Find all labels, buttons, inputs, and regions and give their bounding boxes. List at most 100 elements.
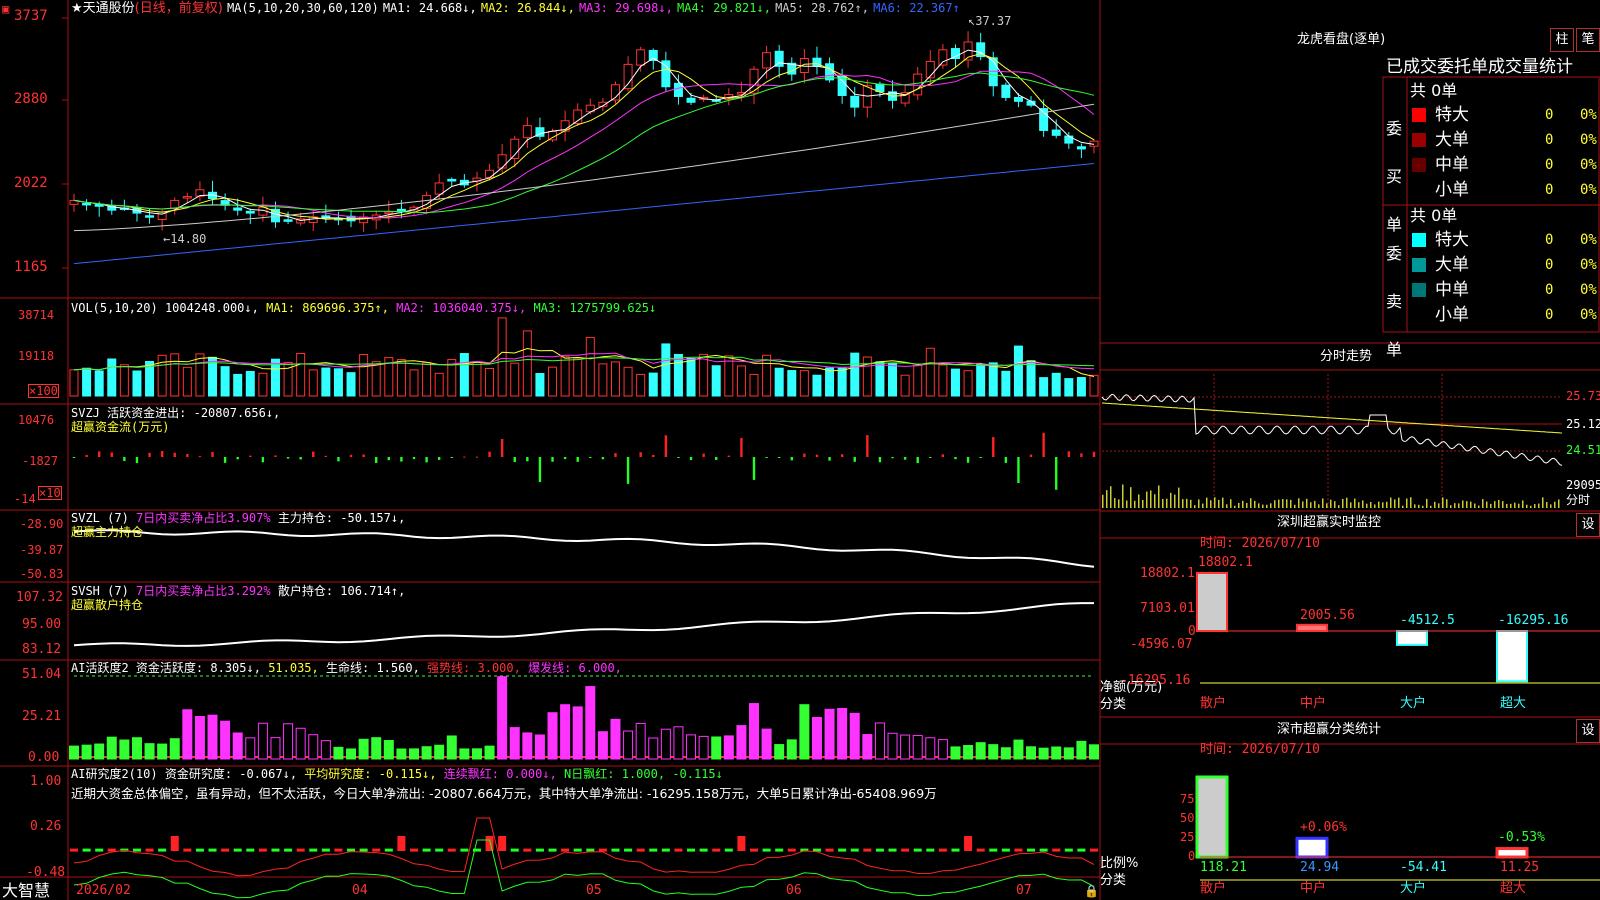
activity-bar[interactable] — [220, 720, 231, 760]
money-flow-bar[interactable] — [652, 454, 655, 457]
volume-bar[interactable] — [296, 352, 306, 397]
money-flow-bar[interactable] — [840, 454, 844, 457]
volume-bar[interactable] — [888, 363, 898, 397]
volume-bar[interactable] — [862, 356, 872, 397]
activity-bar[interactable] — [194, 716, 205, 760]
candle[interactable] — [636, 49, 646, 66]
candle[interactable] — [938, 49, 948, 66]
research-bar[interactable] — [561, 848, 570, 852]
volume-bar[interactable] — [182, 366, 192, 397]
money-flow-bar[interactable] — [513, 457, 516, 463]
activity-bar[interactable] — [81, 744, 92, 760]
volume-bar[interactable] — [636, 373, 646, 397]
volume-bar[interactable] — [560, 356, 570, 397]
money-flow-bar[interactable] — [412, 457, 416, 460]
research-bar[interactable] — [875, 848, 884, 852]
volume-bar[interactable] — [812, 374, 822, 397]
research-bar[interactable] — [1027, 848, 1036, 852]
activity-bar[interactable] — [421, 746, 432, 760]
research-bar[interactable] — [724, 848, 733, 852]
research-bar[interactable] — [573, 848, 582, 852]
activity-bar[interactable] — [358, 738, 369, 760]
money-flow-bar[interactable] — [236, 457, 239, 460]
volume-bar[interactable] — [598, 363, 608, 397]
research-bar[interactable] — [321, 848, 330, 852]
class-bar[interactable] — [1195, 775, 1229, 859]
activity-bar[interactable] — [686, 734, 697, 760]
research-bar[interactable] — [523, 848, 532, 852]
money-flow-bar[interactable] — [689, 457, 693, 461]
money-flow-bar[interactable] — [715, 457, 718, 460]
candle[interactable] — [522, 125, 532, 139]
activity-bar[interactable] — [849, 712, 860, 760]
money-flow-bar[interactable] — [1017, 457, 1020, 484]
money-flow-bar[interactable] — [765, 457, 768, 458]
activity-bar[interactable] — [660, 728, 671, 760]
volume-bar[interactable] — [409, 369, 419, 397]
volume-bar[interactable] — [132, 370, 142, 397]
tick-mode-button[interactable]: 笔 — [1576, 28, 1600, 52]
volume-bar[interactable] — [648, 372, 658, 397]
money-flow-bar[interactable] — [1004, 457, 1008, 463]
volume-bar[interactable] — [346, 372, 356, 397]
activity-bar[interactable] — [774, 744, 785, 760]
candle[interactable] — [661, 60, 671, 88]
activity-bar[interactable] — [799, 704, 810, 760]
money-flow-bar[interactable] — [790, 457, 793, 461]
activity-bar[interactable] — [988, 744, 999, 760]
research-bar[interactable] — [384, 848, 393, 852]
money-flow-bar[interactable] — [1067, 451, 1071, 457]
money-flow-bar[interactable] — [387, 457, 391, 461]
volume-bar[interactable] — [422, 361, 432, 397]
activity-bar[interactable] — [560, 704, 571, 760]
research-bar[interactable] — [863, 848, 872, 852]
volume-bar[interactable] — [774, 367, 784, 397]
activity-bar[interactable] — [1000, 747, 1011, 760]
money-flow-bar[interactable] — [500, 439, 504, 457]
activity-bar[interactable] — [182, 709, 193, 760]
brand-logo[interactable]: 大智慧 — [2, 882, 50, 900]
money-flow-bar[interactable] — [929, 457, 932, 458]
vol-scale-box[interactable]: ×100 — [28, 384, 59, 398]
volume-bar[interactable] — [535, 373, 545, 397]
money-flow-bar[interactable] — [223, 457, 227, 463]
research-bar[interactable] — [334, 848, 343, 852]
money-flow-bar[interactable] — [123, 457, 126, 462]
activity-bar[interactable] — [320, 740, 331, 760]
volume-bar[interactable] — [170, 353, 180, 397]
research-bar[interactable] — [624, 848, 633, 852]
volume-bar[interactable] — [321, 367, 331, 397]
activity-bar[interactable] — [119, 739, 130, 760]
lock-icon[interactable]: 🔒 — [1084, 884, 1099, 898]
money-flow-bar[interactable] — [903, 457, 907, 460]
activity-bar[interactable] — [232, 732, 243, 760]
activity-bar[interactable] — [698, 735, 709, 760]
activity-bar[interactable] — [623, 730, 634, 760]
money-flow-bar[interactable] — [85, 454, 88, 457]
research-bar[interactable] — [535, 848, 544, 852]
sz-monitor-settings-button[interactable]: 设 — [1576, 513, 1600, 537]
money-flow-bar[interactable] — [400, 457, 403, 462]
bar-mode-button[interactable]: 柱 — [1550, 28, 1574, 52]
research-bar[interactable] — [548, 848, 557, 852]
dragon-row[interactable]: 特大 0 0% — [1409, 229, 1599, 251]
money-flow-bar[interactable] — [576, 457, 579, 462]
volume-bar[interactable] — [82, 367, 92, 397]
money-flow-bar[interactable] — [198, 456, 202, 458]
activity-bar[interactable] — [610, 718, 621, 760]
candle[interactable] — [384, 211, 394, 215]
activity-bar[interactable] — [94, 743, 105, 760]
candle[interactable] — [396, 208, 406, 212]
money-flow-bar[interactable] — [261, 457, 265, 463]
research-bar[interactable] — [296, 848, 305, 852]
activity-bar[interactable] — [1038, 747, 1049, 760]
research-bar[interactable] — [510, 848, 519, 852]
candle[interactable] — [1001, 84, 1011, 98]
activity-bar[interactable] — [534, 734, 545, 760]
class-bar[interactable] — [1495, 847, 1529, 859]
research-bar[interactable] — [850, 848, 859, 852]
volume-bar[interactable] — [610, 361, 620, 397]
volume-bar[interactable] — [485, 368, 495, 397]
research-bar[interactable] — [284, 848, 293, 852]
money-flow-bar[interactable] — [1080, 453, 1083, 457]
